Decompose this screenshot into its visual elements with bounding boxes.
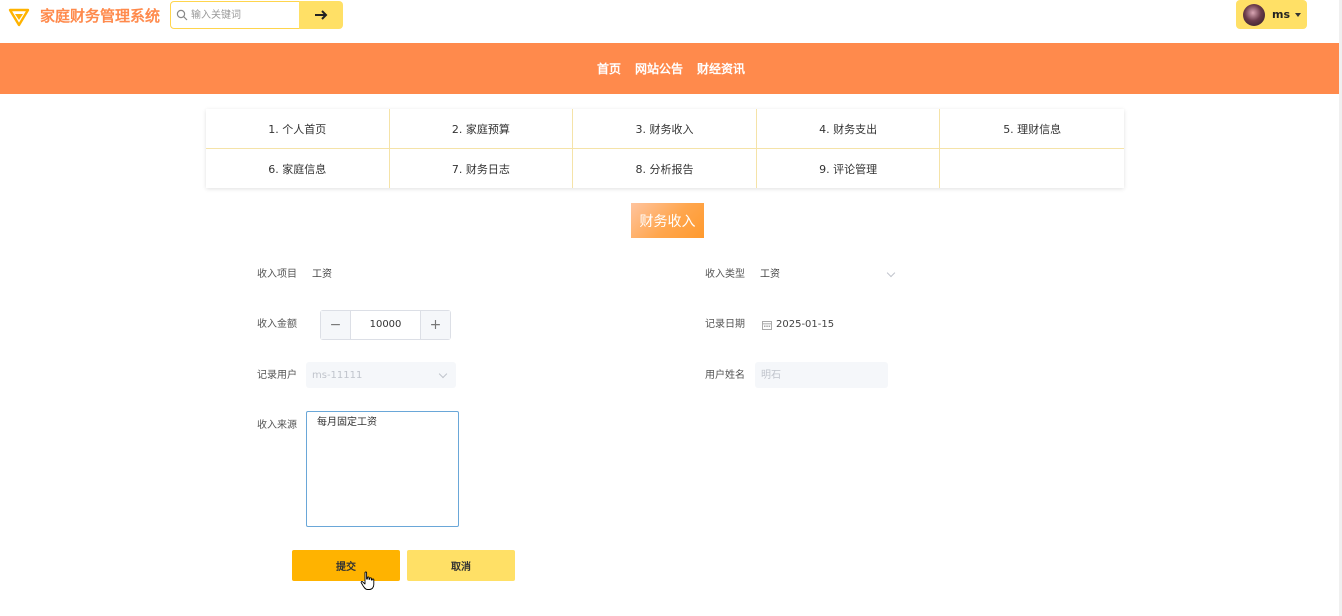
amount-input[interactable] xyxy=(351,311,420,339)
cancel-button[interactable]: 取消 xyxy=(407,550,515,581)
nav-announcements[interactable]: 网站公告 xyxy=(635,60,683,77)
amount-label: 收入金额 xyxy=(257,319,297,330)
user-name-label: 用户姓名 xyxy=(705,370,745,381)
record-user-value: ms-11111 xyxy=(312,370,363,381)
top-bar: 家庭财务管理系统 ms xyxy=(0,0,1342,43)
search-input[interactable] xyxy=(191,6,295,24)
user-menu-button[interactable]: ms xyxy=(1236,0,1307,29)
menu-item-comment-manage[interactable]: 9. 评论管理 xyxy=(757,149,941,188)
menu-item-finance-income[interactable]: 3. 财务收入 xyxy=(573,109,757,149)
logo-icon xyxy=(8,8,30,27)
increment-button[interactable]: + xyxy=(420,311,450,339)
menu-item-analysis-report[interactable]: 8. 分析报告 xyxy=(573,149,757,188)
record-user-label: 记录用户 xyxy=(257,370,297,381)
caret-down-icon xyxy=(1295,12,1302,17)
app-title: 家庭财务管理系统 xyxy=(40,7,161,25)
record-date-label: 记录日期 xyxy=(705,319,745,330)
submit-button[interactable]: 提交 xyxy=(292,550,400,581)
income-source-textarea[interactable] xyxy=(306,411,459,527)
menu-item-finance-log[interactable]: 7. 财务日志 xyxy=(390,149,574,188)
nav-home[interactable]: 首页 xyxy=(597,60,621,77)
income-type-label: 收入类型 xyxy=(705,269,745,280)
decrement-button[interactable]: − xyxy=(321,311,351,339)
menu-item-empty xyxy=(940,149,1124,188)
function-menu: 1. 个人首页 2. 家庭预算 3. 财务收入 4. 财务支出 5. 理财信息 … xyxy=(206,109,1124,188)
menu-item-family-budget[interactable]: 2. 家庭预算 xyxy=(389,109,574,149)
section-title: 财务收入 xyxy=(631,203,704,238)
record-date-input[interactable]: 2025-01-15 xyxy=(776,318,834,332)
amount-stepper: − + xyxy=(320,310,451,340)
user-name-value: 明石 xyxy=(761,370,781,381)
menu-item-personal-home[interactable]: 1. 个人首页 xyxy=(206,109,390,149)
income-source-label: 收入来源 xyxy=(257,420,297,431)
menu-item-finance-expense[interactable]: 4. 财务支出 xyxy=(756,109,941,149)
avatar xyxy=(1243,3,1265,26)
search-submit-button[interactable] xyxy=(299,1,343,29)
hand-cursor-icon xyxy=(360,571,375,590)
main-nav: 首页 网站公告 财经资讯 xyxy=(0,43,1342,94)
income-item-label: 收入项目 xyxy=(257,269,297,280)
calendar-icon xyxy=(762,321,772,330)
menu-item-wealth-info[interactable]: 5. 理财信息 xyxy=(940,109,1124,149)
search-icon xyxy=(176,9,188,21)
arrow-right-icon xyxy=(315,10,328,20)
nav-finance-news[interactable]: 财经资讯 xyxy=(697,60,745,77)
user-name: ms xyxy=(1272,8,1291,21)
search-box xyxy=(170,1,300,29)
income-item-input[interactable]: 工资 xyxy=(312,268,332,282)
menu-item-family-info[interactable]: 6. 家庭信息 xyxy=(206,149,390,188)
income-type-select[interactable]: 工资 xyxy=(760,268,900,282)
